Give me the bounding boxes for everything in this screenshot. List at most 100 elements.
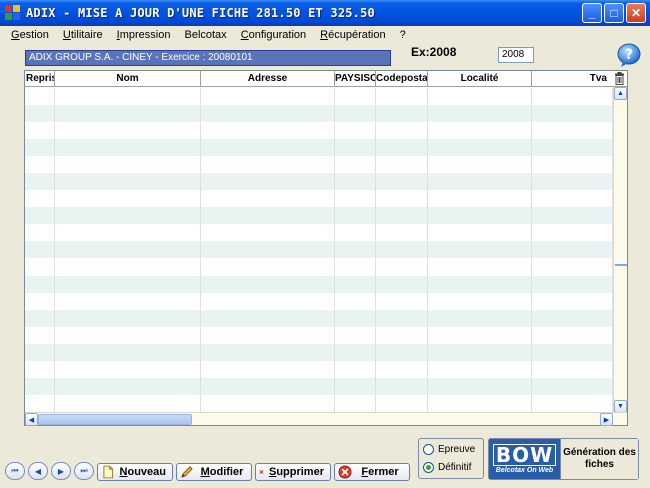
scroll-up-icon[interactable]: ▲ xyxy=(614,87,627,100)
table-cell[interactable] xyxy=(532,241,613,259)
table-cell[interactable] xyxy=(335,394,376,412)
fermer-button[interactable]: Fermer xyxy=(334,463,410,481)
modifier-button[interactable]: Modifier xyxy=(176,463,252,481)
table-cell[interactable] xyxy=(335,190,376,208)
table-cell[interactable] xyxy=(55,360,201,378)
col-paysiso[interactable]: PAYSISO xyxy=(335,71,376,87)
table-row[interactable] xyxy=(25,377,613,395)
table-cell[interactable] xyxy=(201,309,335,327)
table-cell[interactable] xyxy=(25,258,55,276)
table-cell[interactable] xyxy=(201,105,335,123)
table-cell[interactable] xyxy=(201,139,335,157)
table-cell[interactable] xyxy=(335,258,376,276)
table-cell[interactable] xyxy=(201,173,335,191)
definitif-radio[interactable] xyxy=(423,462,434,473)
table-cell[interactable] xyxy=(335,377,376,395)
menu-configuration[interactable]: Configuration xyxy=(234,29,313,41)
table-cell[interactable] xyxy=(532,326,613,344)
table-cell[interactable] xyxy=(201,88,335,106)
table-cell[interactable] xyxy=(25,122,55,140)
first-record-button[interactable]: ⏮ xyxy=(5,462,25,480)
table-cell[interactable] xyxy=(428,139,532,157)
table-cell[interactable] xyxy=(428,360,532,378)
table-row[interactable] xyxy=(25,360,613,378)
col-tva[interactable]: Tva xyxy=(532,71,613,87)
table-cell[interactable] xyxy=(376,156,428,174)
table-cell[interactable] xyxy=(335,309,376,327)
scroll-left-icon[interactable]: ◀ xyxy=(25,413,38,426)
table-cell[interactable] xyxy=(532,292,613,310)
table-cell[interactable] xyxy=(25,326,55,344)
table-row[interactable] xyxy=(25,343,613,361)
table-cell[interactable] xyxy=(55,343,201,361)
table-cell[interactable] xyxy=(532,258,613,276)
table-cell[interactable] xyxy=(55,377,201,395)
table-cell[interactable] xyxy=(25,292,55,310)
table-row[interactable] xyxy=(25,173,613,191)
title-bar[interactable]: ADIX - MISE A JOUR D'UNE FICHE 281.50 ET… xyxy=(0,0,650,26)
table-cell[interactable] xyxy=(55,292,201,310)
table-cell[interactable] xyxy=(201,190,335,208)
table-cell[interactable] xyxy=(55,258,201,276)
table-cell[interactable] xyxy=(335,360,376,378)
generation-fiches-button[interactable]: BOW Belcotax On Web Génération des fiche… xyxy=(488,438,639,480)
table-cell[interactable] xyxy=(532,309,613,327)
table-cell[interactable] xyxy=(25,190,55,208)
table-cell[interactable] xyxy=(335,173,376,191)
table-cell[interactable] xyxy=(335,207,376,225)
table-cell[interactable] xyxy=(201,224,335,242)
vertical-scrollbar[interactable]: ▲ ▼ xyxy=(613,87,627,413)
table-cell[interactable] xyxy=(376,190,428,208)
table-cell[interactable] xyxy=(201,377,335,395)
close-button[interactable]: ✕ xyxy=(626,3,646,23)
table-cell[interactable] xyxy=(201,207,335,225)
table-cell[interactable] xyxy=(335,105,376,123)
table-cell[interactable] xyxy=(335,241,376,259)
col-repris[interactable]: Repris xyxy=(25,71,55,87)
table-cell[interactable] xyxy=(55,275,201,293)
col-localite[interactable]: Localité xyxy=(428,71,532,87)
table-cell[interactable] xyxy=(428,326,532,344)
table-cell[interactable] xyxy=(428,105,532,123)
table-cell[interactable] xyxy=(428,224,532,242)
table-cell[interactable] xyxy=(201,292,335,310)
table-cell[interactable] xyxy=(201,122,335,140)
table-cell[interactable] xyxy=(25,360,55,378)
table-cell[interactable] xyxy=(532,139,613,157)
table-cell[interactable] xyxy=(428,241,532,259)
table-cell[interactable] xyxy=(532,394,613,412)
table-cell[interactable] xyxy=(532,105,613,123)
table-row[interactable] xyxy=(25,258,613,276)
table-row[interactable] xyxy=(25,88,613,106)
table-cell[interactable] xyxy=(428,377,532,395)
table-cell[interactable] xyxy=(335,326,376,344)
table-cell[interactable] xyxy=(376,360,428,378)
table-row[interactable] xyxy=(25,190,613,208)
table-cell[interactable] xyxy=(428,156,532,174)
table-cell[interactable] xyxy=(376,275,428,293)
maximize-button[interactable]: □ xyxy=(604,3,624,23)
table-cell[interactable] xyxy=(376,326,428,344)
table-cell[interactable] xyxy=(428,292,532,310)
table-cell[interactable] xyxy=(201,394,335,412)
table-cell[interactable] xyxy=(335,343,376,361)
table-cell[interactable] xyxy=(25,377,55,395)
table-cell[interactable] xyxy=(25,394,55,412)
minimize-button[interactable]: _ xyxy=(582,3,602,23)
table-row[interactable] xyxy=(25,326,613,344)
table-cell[interactable] xyxy=(376,377,428,395)
table-cell[interactable] xyxy=(55,241,201,259)
next-record-button[interactable]: ▶ xyxy=(51,462,71,480)
col-nom[interactable]: Nom xyxy=(55,71,201,87)
table-cell[interactable] xyxy=(25,173,55,191)
option-definitif[interactable]: Définitif xyxy=(423,460,483,475)
table-cell[interactable] xyxy=(25,156,55,174)
table-cell[interactable] xyxy=(55,156,201,174)
table-cell[interactable] xyxy=(532,343,613,361)
table-cell[interactable] xyxy=(376,88,428,106)
table-cell[interactable] xyxy=(428,173,532,191)
table-cell[interactable] xyxy=(428,258,532,276)
previous-record-button[interactable]: ◀ xyxy=(28,462,48,480)
table-cell[interactable] xyxy=(335,88,376,106)
table-row[interactable] xyxy=(25,241,613,259)
